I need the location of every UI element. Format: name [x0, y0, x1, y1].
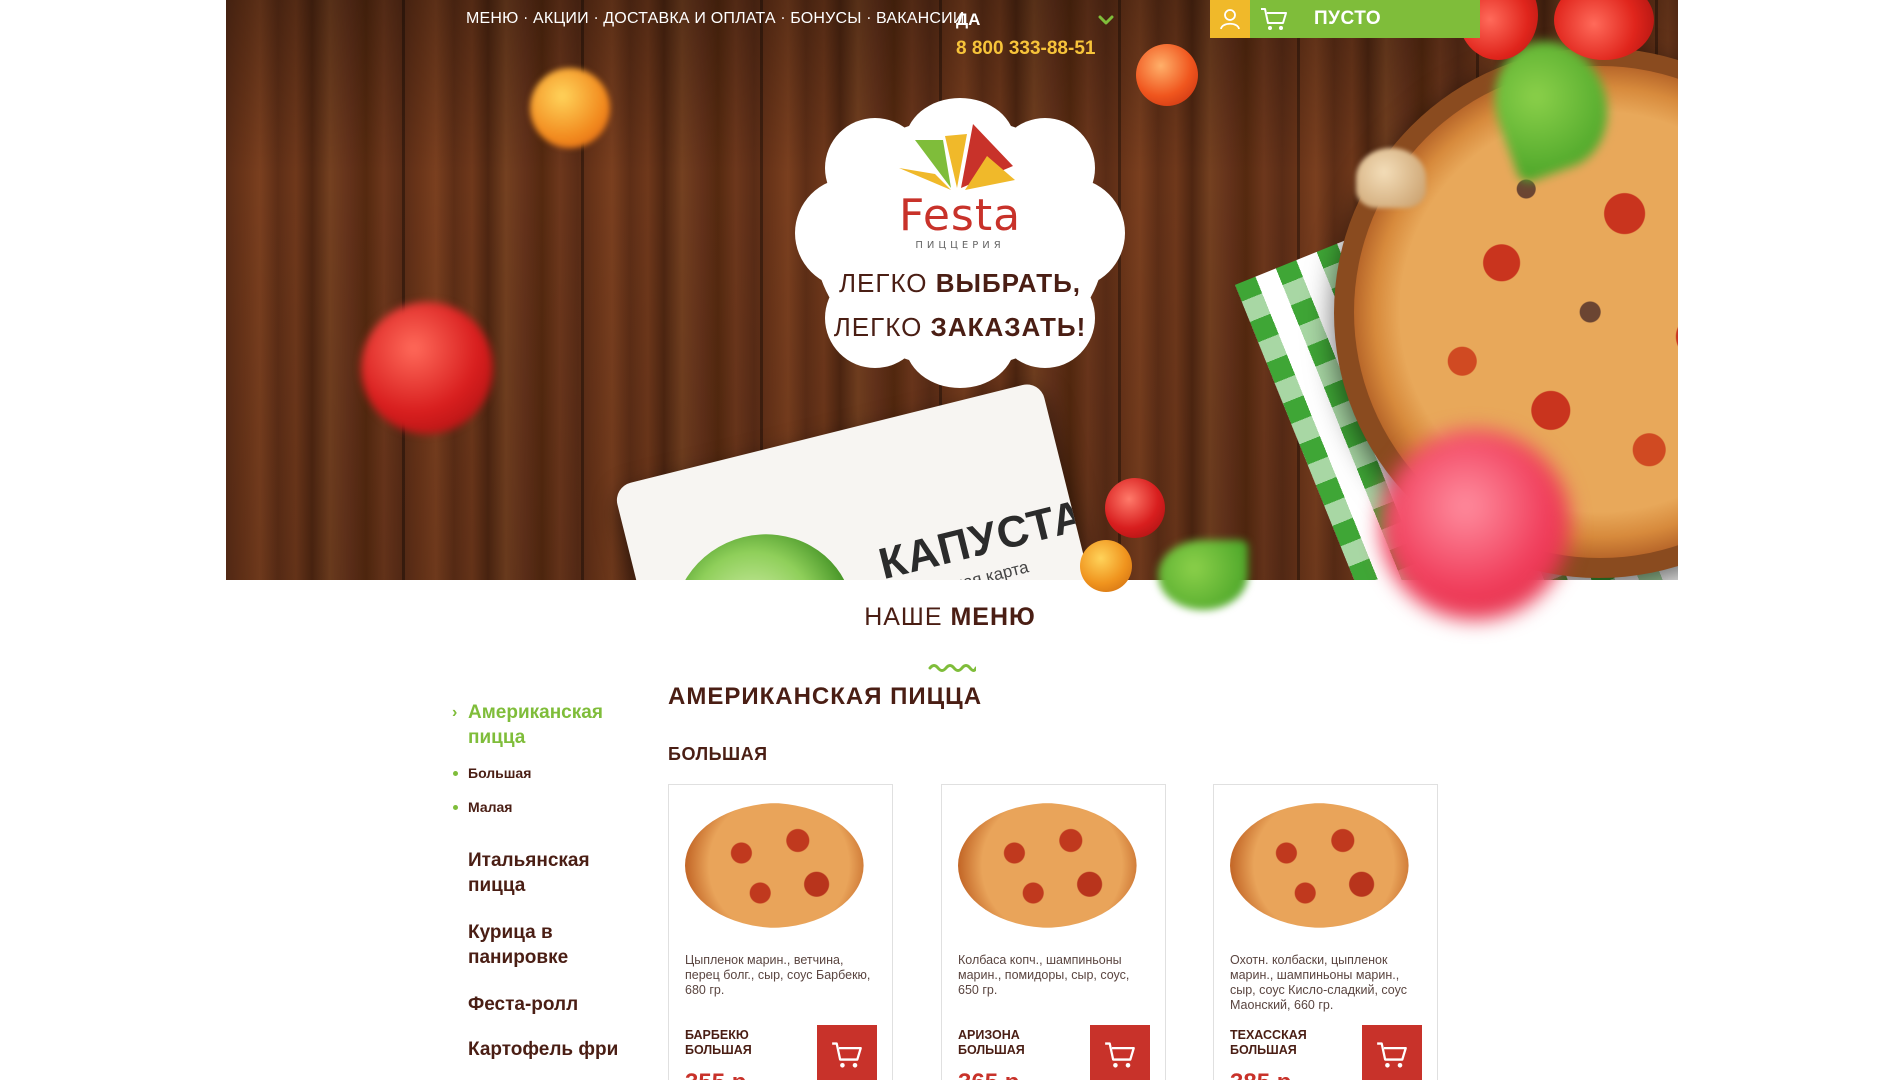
header-actions: ПУСТО: [1210, 0, 1480, 38]
sidebar-item-breaded-chicken[interactable]: Курица в панировке: [450, 920, 650, 970]
logo-subtitle: ПИЦЦЕРИЯ: [915, 240, 1005, 251]
nav-delivery[interactable]: ДОСТАВКА И ОПЛАТА: [603, 10, 775, 28]
bonus-card-title: КАПУСТА: [874, 490, 1091, 580]
cart-status: ПУСТО: [1314, 8, 1382, 29]
basil-leaf-decoration: [1158, 540, 1248, 610]
cabbage-image: [655, 515, 872, 580]
main-nav: МЕНЮ · АКЦИИ · ДОСТАВКА И ОПЛАТА · БОНУС…: [466, 10, 965, 28]
sidebar-item-festa-roll[interactable]: Феста-ролл: [450, 992, 650, 1017]
product-description: Колбаса копч., шампиньоны марин., помидо…: [958, 953, 1130, 997]
city-selector[interactable]: ДА: [956, 10, 980, 30]
section-title: НАШЕ МЕНЮ: [864, 603, 1036, 631]
product-price: 365 р.: [958, 1069, 1026, 1080]
add-to-cart-button[interactable]: [1362, 1025, 1422, 1080]
bullet-icon: [453, 771, 458, 776]
nav-bonuses[interactable]: БОНУСЫ: [790, 10, 861, 28]
product-price: 385 р.: [1230, 1069, 1298, 1080]
sidebar-item-fries[interactable]: Картофель фри: [450, 1037, 650, 1062]
cart-icon: [1105, 1042, 1135, 1068]
wave-divider-icon: [928, 664, 976, 672]
product-card: Колбаса копч., шампиньоны марин., помидо…: [941, 784, 1166, 1080]
tagline-line-2: ЛЕГКО ЗАКАЗАТЬ!: [833, 312, 1087, 342]
nav-promotions[interactable]: АКЦИИ: [533, 10, 589, 28]
product-price: 355 р.: [685, 1069, 753, 1080]
category-sidebar: › Американская пицца Большая Малая Италь…: [450, 700, 650, 1062]
add-to-cart-button[interactable]: [817, 1025, 877, 1080]
user-icon: [1220, 9, 1240, 30]
tomato-decoration: [1080, 540, 1132, 592]
product-name[interactable]: АРИЗОНА БОЛЬШАЯ: [958, 1028, 1088, 1058]
logo-badge: Festa ПИЦЦЕРИЯ ЛЕГКО ВЫБРАТЬ, ЛЕГКО ЗАКА…: [795, 98, 1125, 388]
product-description: Цыпленок марин., ветчина, перец болг., с…: [685, 953, 871, 997]
product-card: Цыпленок марин., ветчина, перец болг., с…: [668, 784, 893, 1080]
tagline-line-1: ЛЕГКО ВЫБРАТЬ,: [838, 268, 1082, 298]
account-button[interactable]: [1210, 0, 1250, 38]
tomato-decoration: [1136, 44, 1198, 106]
chevron-down-icon[interactable]: [1098, 12, 1114, 28]
cart-icon: [1377, 1042, 1407, 1068]
product-description: Охотн. колбаски, цыпленок марин., шампин…: [1230, 953, 1407, 1012]
tomato-decoration: [1380, 430, 1570, 620]
product-name[interactable]: БАРБЕКЮ БОЛЬШАЯ: [685, 1028, 815, 1058]
phone-number[interactable]: 8 800 333-88-51: [956, 38, 1095, 60]
product-name[interactable]: ТЕХАССКАЯ БОЛЬШАЯ: [1230, 1028, 1360, 1058]
cart-icon: [1261, 8, 1287, 30]
chevron-right-icon: ›: [452, 704, 458, 721]
tomato-decoration: [530, 68, 610, 148]
sidebar-subitem-small[interactable]: Малая: [450, 790, 650, 824]
cart-button[interactable]: ПУСТО: [1250, 0, 1480, 38]
cart-icon: [832, 1042, 862, 1068]
logo-wordmark: Festa: [898, 190, 1022, 241]
sidebar-item-american-pizza[interactable]: › Американская пицца: [450, 700, 650, 750]
tomato-decoration: [1105, 478, 1165, 538]
product-image[interactable]: [1230, 803, 1409, 928]
product-image[interactable]: [685, 803, 864, 928]
bonus-card-image: КАПУСТА бонусная карта: [613, 380, 1103, 580]
product-card: Охотн. колбаски, цыпленок марин., шампин…: [1213, 784, 1438, 1080]
add-to-cart-button[interactable]: [1090, 1025, 1150, 1080]
category-title: АМЕРИКАНСКАЯ ПИЦЦА: [668, 683, 983, 710]
logo-pizza-slices-icon: [899, 124, 1015, 190]
mushroom-decoration: [1356, 148, 1426, 208]
sidebar-item-italian-pizza[interactable]: Итальянская пицца: [450, 848, 650, 898]
size-title: БОЛЬШАЯ: [668, 744, 768, 764]
product-image[interactable]: [958, 803, 1137, 928]
nav-menu[interactable]: МЕНЮ: [466, 10, 519, 28]
tomato-decoration: [361, 302, 493, 434]
nav-vacancies[interactable]: ВАКАНСИИ: [876, 10, 965, 28]
sidebar-subitem-large[interactable]: Большая: [450, 756, 650, 790]
bullet-icon: [453, 805, 458, 810]
